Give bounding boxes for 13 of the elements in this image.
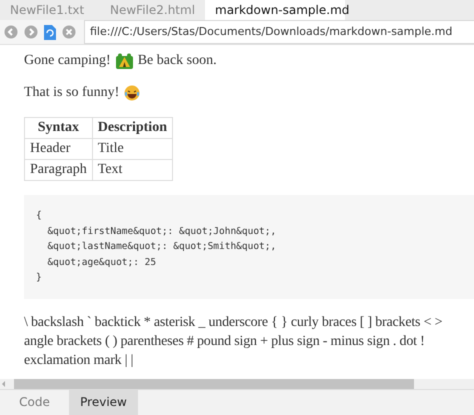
paragraph-text: Be back soon. xyxy=(138,53,217,69)
paragraph-text: That is so funny! xyxy=(24,85,120,101)
table-cell: Header xyxy=(24,138,92,160)
code-block: { &quot;firstName&quot;: &quot;John&quot;, &quot;lastName&quot;: &quot;Smith&quot;, &quot;age&quot;: 25 } xyxy=(24,195,474,298)
address-field[interactable]: file:///C:/Users/Stas/Documents/Downloads/markdown-sample.md xyxy=(84,20,474,44)
paragraph-text: Gone camping! xyxy=(24,53,111,69)
view-tab[interactable]: Preview xyxy=(69,390,138,415)
table-header: Syntax xyxy=(24,118,92,138)
paragraph-text: \ backslash ` backtick * asterisk _ underscore { } curly braces [ ] brackets < > angle brackets ( ) parentheses # pound sign + plus sign - minus sign . dot ! exclamation mark | | xyxy=(24,314,444,370)
table-cell: Paragraph xyxy=(24,160,92,180)
table-cell: Text xyxy=(92,160,172,180)
table-cell: Title xyxy=(92,138,172,160)
table-header: Description xyxy=(92,118,172,138)
